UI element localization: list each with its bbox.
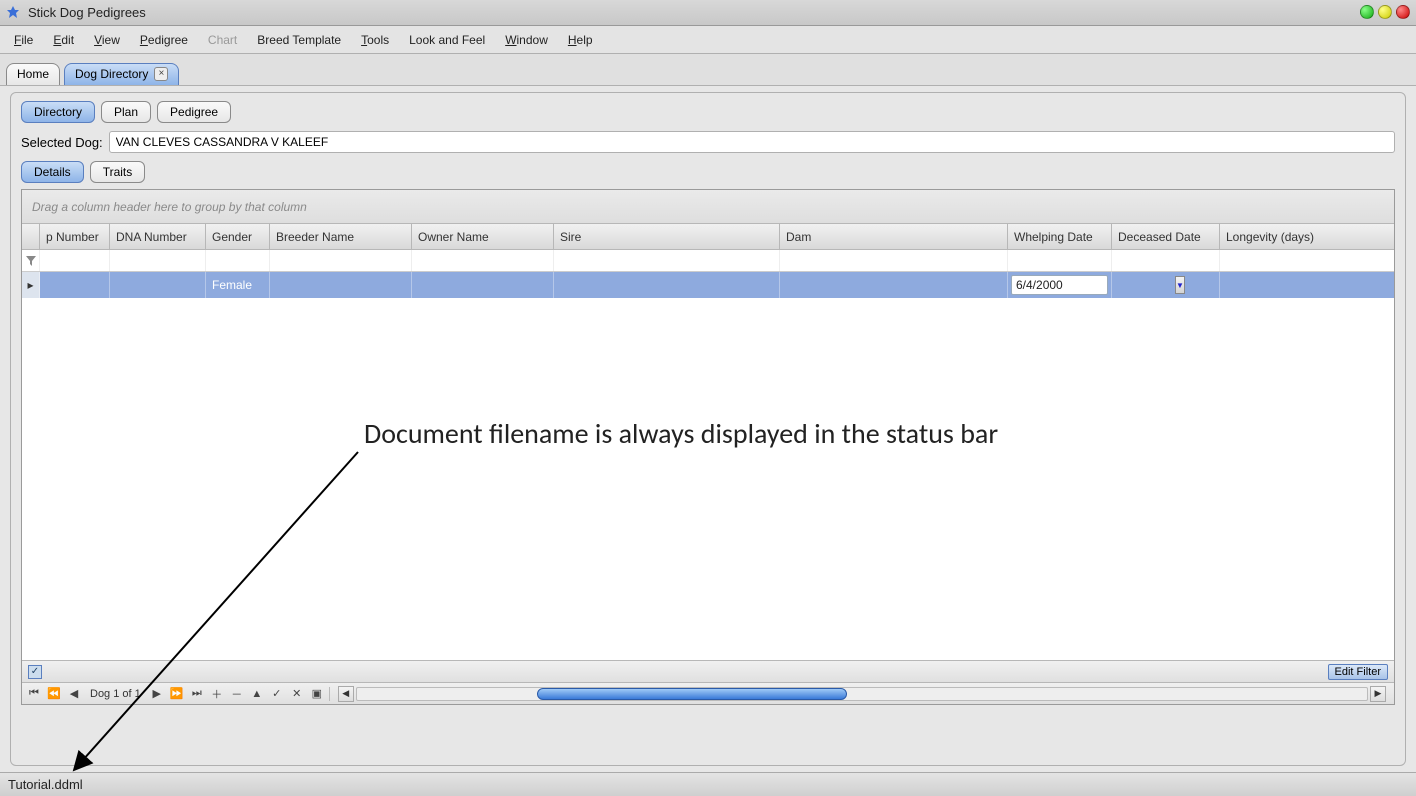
column-breeder-name[interactable]: Breeder Name — [270, 224, 412, 249]
cell-owner-name[interactable] — [412, 272, 554, 298]
window-minimize-button[interactable] — [1378, 5, 1392, 19]
status-bar: Tutorial.ddml — [0, 772, 1416, 796]
selected-dog-label: Selected Dog: — [21, 135, 103, 150]
detailtab-traits[interactable]: Traits — [90, 161, 146, 183]
cell-deceased-date[interactable] — [1112, 272, 1220, 298]
tab-dog-directory[interactable]: Dog Directory × — [64, 63, 179, 85]
column-owner-name[interactable]: Owner Name — [412, 224, 554, 249]
document-tabstrip: Home Dog Directory × — [0, 54, 1416, 86]
detail-tabs: Details Traits — [21, 161, 1395, 183]
window-zoom-button[interactable] — [1360, 5, 1374, 19]
group-by-panel[interactable]: Drag a column header here to group by th… — [22, 190, 1394, 224]
close-icon[interactable]: × — [154, 67, 168, 81]
cell-whelping-date[interactable]: ▼ — [1008, 272, 1112, 298]
menu-pedigree[interactable]: Pedigree — [132, 30, 196, 50]
record-label: Dog 1 of 1 — [86, 688, 145, 700]
grid-filter-row[interactable] — [22, 250, 1394, 272]
row-indicator-icon: ▸ — [22, 272, 40, 298]
subtab-directory[interactable]: Directory — [21, 101, 95, 123]
nav-remove-button[interactable]: － — [229, 686, 245, 702]
detailtab-details[interactable]: Details — [21, 161, 84, 183]
menu-chart: Chart — [200, 30, 245, 50]
menu-edit[interactable]: Edit — [45, 30, 82, 50]
selected-dog-row: Selected Dog: — [21, 131, 1395, 153]
nav-edit-button[interactable]: ▲ — [249, 686, 265, 702]
cell-breeder-name[interactable] — [270, 272, 412, 298]
menubar: File Edit View Pedigree Chart Breed Temp… — [0, 26, 1416, 54]
tab-label: Dog Directory — [75, 67, 148, 81]
annotation-text: Document filename is always displayed in… — [364, 416, 998, 451]
grid-filter-footer: ✓ Edit Filter — [22, 660, 1394, 682]
cell-p-number[interactable] — [40, 272, 110, 298]
app-icon — [6, 5, 22, 21]
nav-last-button[interactable]: ⏭ — [189, 686, 205, 702]
subtab-plan[interactable]: Plan — [101, 101, 151, 123]
tab-label: Home — [17, 67, 49, 81]
column-whelping-date[interactable]: Whelping Date — [1008, 224, 1112, 249]
column-longevity[interactable]: Longevity (days) — [1220, 224, 1338, 249]
menu-file[interactable]: File — [6, 30, 41, 50]
nav-refresh-button[interactable]: ▣ — [309, 686, 325, 702]
scroll-left-button[interactable]: ◀ — [338, 686, 354, 702]
cell-gender[interactable]: Female — [206, 272, 270, 298]
scroll-right-button[interactable]: ▶ — [1370, 686, 1386, 702]
nav-cancel-button[interactable]: ✕ — [289, 686, 305, 702]
menu-breed-template[interactable]: Breed Template — [249, 30, 349, 50]
horizontal-scrollbar[interactable]: ◀ ▶ — [334, 686, 1390, 702]
nav-next-button[interactable]: ▶ — [149, 686, 165, 702]
menu-tools[interactable]: Tools — [353, 30, 397, 50]
nav-add-button[interactable]: ＋ — [209, 686, 225, 702]
scroll-track[interactable] — [356, 687, 1368, 701]
nav-prev-page-button[interactable]: ⏪ — [46, 686, 62, 702]
menu-window[interactable]: Window — [497, 30, 556, 50]
cell-dam[interactable] — [780, 272, 1008, 298]
column-dam[interactable]: Dam — [780, 224, 1008, 249]
nav-next-page-button[interactable]: ⏩ — [169, 686, 185, 702]
column-sire[interactable]: Sire — [554, 224, 780, 249]
table-row[interactable]: ▸ Female ▼ — [22, 272, 1394, 298]
nav-commit-button[interactable]: ✓ — [269, 686, 285, 702]
window-titlebar: Stick Dog Pedigrees — [0, 0, 1416, 26]
column-gender[interactable]: Gender — [206, 224, 270, 249]
nav-prev-button[interactable]: ◀ — [66, 686, 82, 702]
column-dna-number[interactable]: DNA Number — [110, 224, 206, 249]
menu-help[interactable]: Help — [560, 30, 601, 50]
window-title: Stick Dog Pedigrees — [28, 5, 146, 20]
cell-dna-number[interactable] — [110, 272, 206, 298]
filter-checkbox[interactable]: ✓ — [28, 665, 42, 679]
view-tabs: Directory Plan Pedigree — [21, 101, 1395, 123]
column-p-number[interactable]: p Number — [40, 224, 110, 249]
edit-filter-button[interactable]: Edit Filter — [1328, 664, 1388, 680]
column-indicator[interactable] — [22, 224, 40, 249]
grid-empty-area — [22, 298, 1394, 660]
nav-first-button[interactable]: ⏮ — [26, 686, 42, 702]
grid-navigator: ⏮ ⏪ ◀ Dog 1 of 1 ▶ ⏩ ⏭ ＋ － ▲ ✓ ✕ ▣ ◀ — [22, 682, 1394, 704]
cell-sire[interactable] — [554, 272, 780, 298]
filter-icon[interactable] — [22, 250, 40, 271]
column-deceased-date[interactable]: Deceased Date — [1112, 224, 1220, 249]
status-filename: Tutorial.ddml — [8, 777, 83, 792]
menu-look-and-feel[interactable]: Look and Feel — [401, 30, 493, 50]
menu-view[interactable]: View — [86, 30, 128, 50]
tab-home[interactable]: Home — [6, 63, 60, 85]
scroll-thumb[interactable] — [537, 688, 847, 700]
selected-dog-input[interactable] — [109, 131, 1395, 153]
subtab-pedigree[interactable]: Pedigree — [157, 101, 231, 123]
grid-header-row: p Number DNA Number Gender Breeder Name … — [22, 224, 1394, 250]
window-close-button[interactable] — [1396, 5, 1410, 19]
cell-longevity[interactable] — [1220, 272, 1338, 298]
